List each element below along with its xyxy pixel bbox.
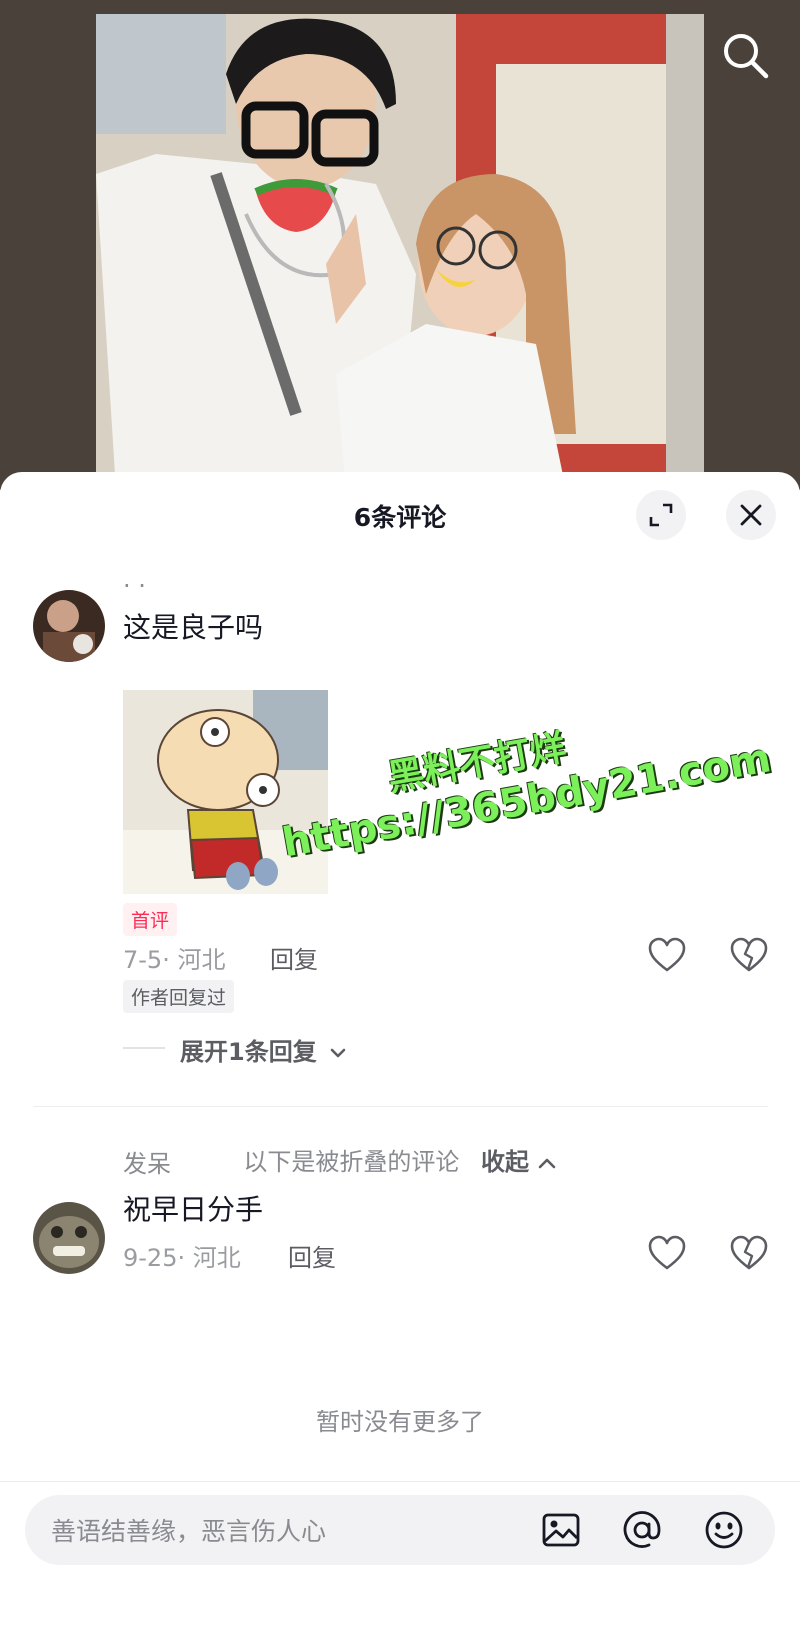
- expand-sheet-button[interactable]: [636, 490, 686, 540]
- at-icon: [623, 1511, 661, 1548]
- no-more-comments: 暂时没有更多了: [316, 1408, 484, 1436]
- comment-date-location: 7-5· 河北: [123, 946, 226, 974]
- expand-replies-label: 展开1条回复: [180, 1038, 317, 1066]
- collapse-button[interactable]: 收起: [481, 1148, 529, 1176]
- comment-sheet: 6条评论 · · 这是良子吗 首评 7-5· 河北 回复 作者回复过 展开1条回…: [0, 472, 800, 1648]
- video-preview: [0, 0, 800, 490]
- comment-date-location: 9-25· 河北: [123, 1244, 241, 1272]
- reply-button[interactable]: 回复: [270, 940, 318, 975]
- comment-text: 祝早日分手: [123, 1193, 264, 1226]
- image-button[interactable]: [541, 1510, 581, 1550]
- search-icon: [724, 34, 769, 79]
- dislike-button[interactable]: [729, 936, 769, 976]
- image-icon: [542, 1513, 580, 1547]
- broken-heart-icon: [730, 1235, 768, 1270]
- comment-username[interactable]: 发呆: [123, 1144, 171, 1179]
- chevron-up-icon: [538, 1158, 555, 1169]
- author-replied-tag: 作者回复过: [123, 980, 235, 1013]
- close-sheet-button[interactable]: [726, 490, 776, 540]
- heart-icon: [648, 1235, 686, 1270]
- close-icon: [740, 504, 762, 526]
- like-button[interactable]: [647, 1234, 687, 1274]
- emoji-icon: [705, 1511, 743, 1549]
- comment-username[interactable]: · ·: [123, 572, 146, 600]
- emoji-button[interactable]: [704, 1510, 744, 1550]
- folded-notice-label: 以下是被折叠的评论: [243, 1148, 460, 1176]
- like-button[interactable]: [647, 936, 687, 976]
- couple-photo: [96, 14, 704, 490]
- chevron-down-icon: [330, 1048, 346, 1058]
- expand-icon: [649, 503, 673, 527]
- expand-replies-line: [123, 1047, 165, 1049]
- comment-text: 这是良子吗: [123, 611, 264, 644]
- avatar[interactable]: [33, 590, 105, 662]
- reply-button[interactable]: 回复: [288, 1238, 336, 1273]
- divider: [33, 1106, 768, 1107]
- expand-replies-button[interactable]: 展开1条回复: [180, 1032, 347, 1067]
- search-button[interactable]: [720, 30, 772, 82]
- avatar[interactable]: [33, 1202, 105, 1274]
- first-comment-tag: 首评: [123, 903, 178, 936]
- heart-icon: [648, 937, 686, 972]
- comment-input[interactable]: [49, 1495, 473, 1567]
- comment-input-bar: [25, 1495, 775, 1567]
- dislike-button[interactable]: [729, 1234, 769, 1274]
- divider: [0, 1481, 800, 1482]
- mention-button[interactable]: [622, 1510, 662, 1550]
- folded-comments-notice: 以下是被折叠的评论 收起: [0, 1142, 800, 1177]
- broken-heart-icon: [730, 937, 768, 972]
